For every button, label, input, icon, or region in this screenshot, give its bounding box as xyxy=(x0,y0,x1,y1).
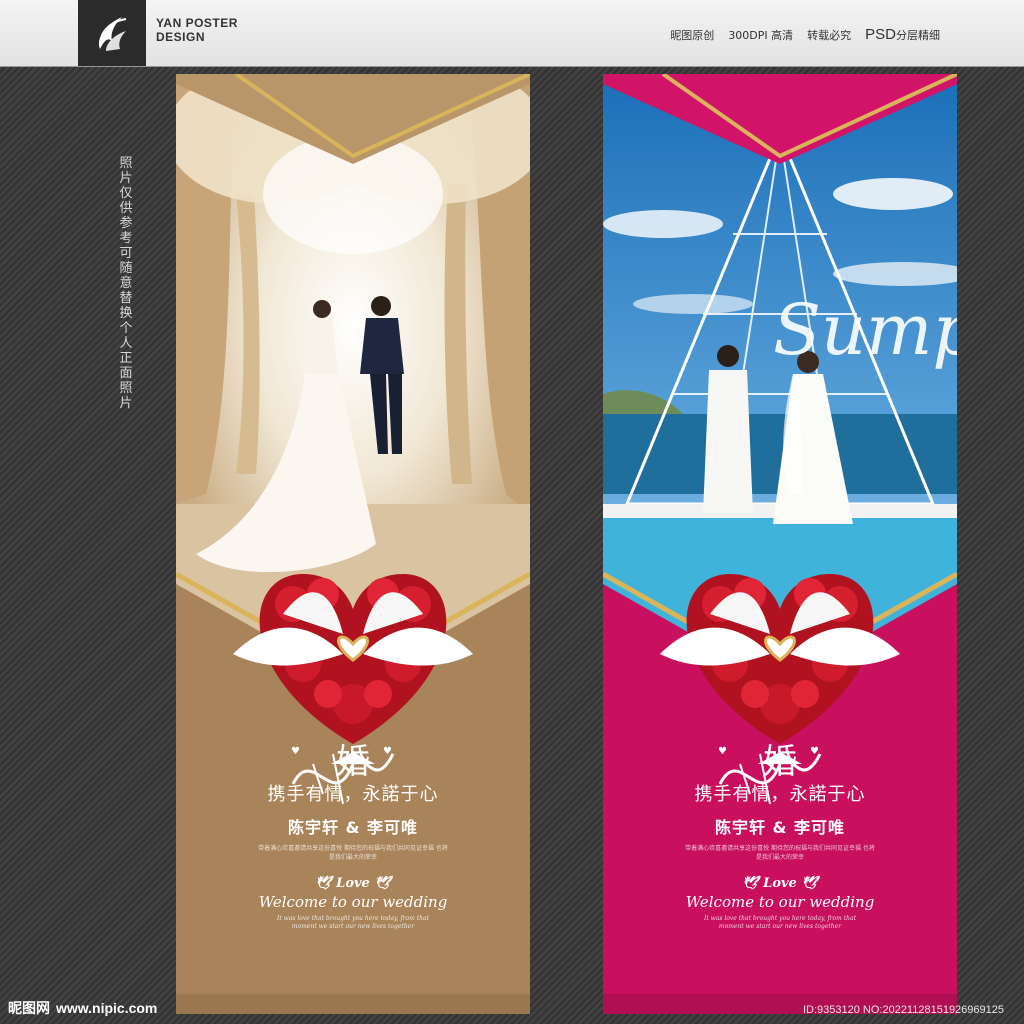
love-label: 🕊 Love 🕊 xyxy=(742,876,818,891)
brand-line-1: YAN POSTER xyxy=(156,16,238,30)
welcome-line: Welcome to our wedding xyxy=(685,893,875,911)
wing-logo-icon xyxy=(78,0,146,66)
side-note: 照片仅供参考 可随意替换个人正面照片 xyxy=(119,156,133,411)
site-url: www.nipic.com xyxy=(56,1000,158,1016)
brand-line-2: DESIGN xyxy=(156,30,206,44)
couple-names: 陈宇轩 & 李可唯 xyxy=(287,818,419,837)
invitation-text: 带着满心欢喜邀请共享这份喜悦 期待您的祝福与我们共同见证幸福 也将是我们最大的荣… xyxy=(258,845,448,861)
site-name: 昵图网 xyxy=(8,1001,50,1017)
feature-psd: PSD分层精细 xyxy=(865,26,940,43)
vows: 携手有情，永諾于心 xyxy=(267,784,439,805)
site-watermark: 昵图网 www.nipic.com xyxy=(8,998,157,1018)
feature-original: 昵图原创 xyxy=(670,29,715,42)
script-title: 婚 xyxy=(763,742,797,782)
small-english: It was love that brought you here today,… xyxy=(276,915,430,930)
script-title: 婚 xyxy=(336,742,370,782)
love-label: 🕊 Love 🕊 xyxy=(315,876,391,891)
couple-names: 陈宇轩 & 李可唯 xyxy=(714,818,846,837)
dove-right-icon: 🕊 xyxy=(801,876,818,891)
feature-copyright: 转载必究 xyxy=(807,29,852,42)
dove-right-icon: 🕊 xyxy=(374,876,391,891)
poster-text: 婚 携手有情，永諾于心 陈宇轩 & 李可唯 带着满心欢喜邀请共享这份喜悦 期待您… xyxy=(603,734,957,931)
invitation-text: 带着满心欢喜邀请共享这份喜悦 期待您的祝福与我们共同见证幸福 也将是我们最大的荣… xyxy=(685,845,875,861)
top-bar: YAN POSTER DESIGN 昵图原创 300DPI 高清 转载必究 PS… xyxy=(0,0,1024,67)
header-features: 昵图原创 300DPI 高清 转载必究 PSD分层精细 xyxy=(670,26,940,43)
dove-left-icon: 🕊 xyxy=(742,876,759,891)
dove-left-icon: 🕊 xyxy=(315,876,332,891)
feature-dpi: 300DPI 高清 xyxy=(728,29,794,42)
small-english: It was love that brought you here today,… xyxy=(703,915,857,930)
poster-kraft: ♥ ♥ 婚 携手有情，永諾于心 陈宇轩 & 李可唯 带着满心欢喜邀请共享这份喜悦… xyxy=(176,74,530,1014)
brand: YAN POSTER DESIGN xyxy=(156,16,238,44)
poster-text: 婚 携手有情，永諾于心 陈宇轩 & 李可唯 带着满心欢喜邀请共享这份喜悦 期待您… xyxy=(176,734,530,931)
id-line: ID:9353120 NO:20221128151926969125 xyxy=(802,1004,1004,1016)
welcome-line: Welcome to our wedding xyxy=(258,893,448,911)
overlay-script: Sump xyxy=(773,289,957,371)
vows: 携手有情，永諾于心 xyxy=(694,784,866,805)
poster-magenta: Sump ♥ ♥ 婚 携手有情，永諾于心 陈宇轩 & 李可唯 带着满心欢喜邀请共… xyxy=(603,74,957,1014)
